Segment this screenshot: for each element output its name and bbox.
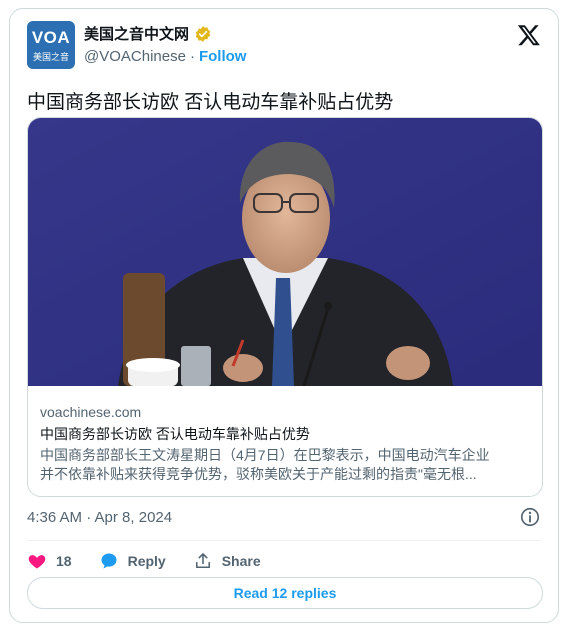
reply-button[interactable]: Reply: [99, 551, 166, 571]
link-preview-card[interactable]: voachinese.com 中国商务部长访欧 否认电动车靠补贴占优势 中国商务…: [27, 117, 543, 497]
avatar-subtext: 美国之音: [32, 52, 69, 62]
action-bar: 18 Reply Share: [27, 546, 288, 576]
reply-bubble-icon: [101, 553, 117, 569]
name-row: 美国之音中文网: [84, 23, 212, 44]
share-icon: [195, 553, 210, 569]
tweet-card: VOA 美国之音 美国之音中文网 @VOAChinese · Follow 中国商务…: [9, 8, 559, 623]
divider: [27, 540, 541, 541]
reply-label: Reply: [127, 553, 166, 569]
follow-button[interactable]: Follow: [199, 48, 247, 65]
handle[interactable]: @VOAChinese: [84, 48, 186, 65]
heart-icon: [28, 555, 46, 569]
display-name[interactable]: 美国之音中文网: [84, 23, 189, 44]
article-photo: [28, 118, 542, 386]
tweet-text: 中国商务部长访欧 否认电动车靠补贴占优势: [27, 92, 394, 113]
x-logo-icon[interactable]: [517, 23, 541, 47]
read-replies-button[interactable]: Read 12 replies: [27, 577, 543, 609]
separator: ·: [189, 48, 195, 65]
link-info: voachinese.com 中国商务部长访欧 否认电动车靠补贴占优势 中国商务…: [28, 386, 542, 496]
link-description-line: 中国商务部部长王文涛星期日（4月7日）在巴黎表示，中国电动汽车企业: [40, 447, 490, 463]
like-count: 18: [56, 553, 72, 569]
verified-badge-icon: [195, 25, 211, 42]
share-button[interactable]: Share: [193, 551, 261, 571]
share-label: Share: [221, 553, 261, 569]
info-icon[interactable]: [519, 506, 541, 528]
link-title: 中国商务部长访欧 否认电动车靠补贴占优势: [40, 426, 310, 442]
link-description-line: 并不依靠补贴来获得竞争优势，驳称美欧关于产能过剩的指责"毫无根...: [40, 466, 477, 482]
like-button[interactable]: 18: [27, 551, 72, 571]
handle-row: @VOAChinese · Follow: [84, 48, 246, 65]
avatar[interactable]: VOA 美国之音: [27, 21, 75, 69]
link-description: 中国商务部部长王文涛星期日（4月7日）在巴黎表示，中国电动汽车企业 并不依靠补贴…: [40, 446, 532, 484]
avatar-logo-text: VOA: [31, 28, 71, 47]
timestamp[interactable]: 4:36 AM · Apr 8, 2024: [27, 509, 172, 526]
link-domain: voachinese.com: [40, 404, 142, 420]
